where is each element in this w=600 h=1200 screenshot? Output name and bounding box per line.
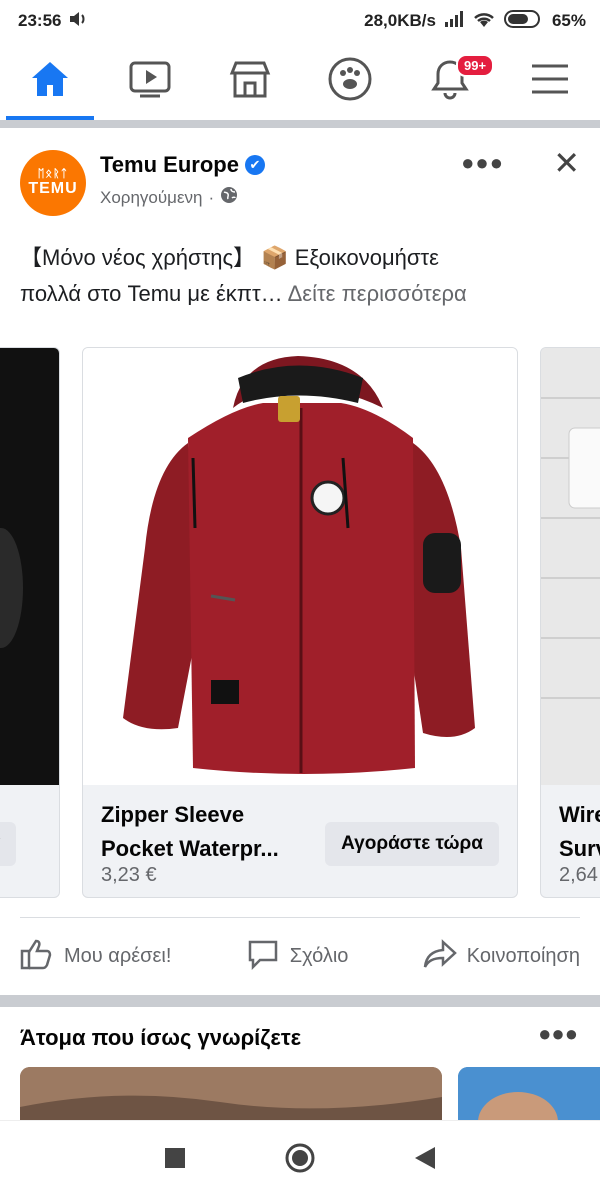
like-button[interactable]: Μου αρέσει! <box>20 938 171 976</box>
product-price: 3,23 € <box>101 864 157 886</box>
top-nav: 99+ <box>0 42 600 120</box>
shop-now-button[interactable]: Αγοράστε τώρα <box>325 822 499 866</box>
page-name[interactable]: Temu Europe ✔ <box>100 152 265 178</box>
product-title: Zipper Sleeve Pocket Waterpr... <box>101 798 279 866</box>
logo-symbols: ᛖᛟᚱᛏ <box>37 168 69 180</box>
carousel-card-main[interactable]: Zipper Sleeve Pocket Waterpr... 3,23 € Α… <box>82 347 518 898</box>
pymk-title: Άτομα που ίσως γνωρίζετε <box>20 1025 302 1050</box>
recents-button[interactable] <box>113 1147 238 1174</box>
section-separator <box>0 995 600 1007</box>
like-label: Μου αρέσει! <box>64 945 172 967</box>
carousel-card-prev[interactable]: ρα <box>0 347 60 898</box>
product-image-jacket <box>83 348 517 785</box>
verified-check-icon: ✔ <box>244 155 265 175</box>
signal-icon <box>444 10 464 32</box>
video-icon <box>128 59 172 104</box>
shop-now-button-prev[interactable]: ρα <box>0 822 17 866</box>
product-title-line1: Zipper Sleeve <box>101 802 245 827</box>
people-you-may-know: Άτομα που ίσως γνωρίζετε ●●● <box>0 1007 600 1127</box>
status-time: 23:56 <box>18 11 62 30</box>
product-title-next-line1: Wire <box>559 802 600 827</box>
product-price-next: 2,64 <box>559 864 598 886</box>
more-options-icon[interactable]: ●●● <box>461 150 504 176</box>
tab-video[interactable] <box>100 42 200 120</box>
marketplace-icon <box>228 59 272 104</box>
tab-menu[interactable] <box>500 42 600 120</box>
logo-text: TEMU <box>28 180 78 197</box>
back-triangle-icon <box>413 1145 437 1176</box>
groups-icon <box>327 56 373 107</box>
sponsored-text: Χορηγούμενη <box>100 187 203 207</box>
share-icon <box>423 938 457 976</box>
back-button[interactable] <box>363 1145 488 1176</box>
battery-icon <box>503 9 544 33</box>
tab-marketplace[interactable] <box>200 42 300 120</box>
tab-notifications[interactable]: 99+ <box>400 42 500 120</box>
battery-percent: 65% <box>551 11 586 30</box>
status-bar: 23:56 28,0KB/s 65% <box>0 0 600 42</box>
tab-groups[interactable] <box>300 42 400 120</box>
system-nav-bar <box>0 1120 600 1200</box>
post-text: 【Μόνο νέος χρήστης】 📦 Εξοικονομήστε πολλ… <box>20 240 588 312</box>
wifi-icon <box>472 10 496 33</box>
post-text-line1: 【Μόνο νέος χρήστης】 📦 Εξοικονομήστε <box>20 245 439 270</box>
thumbs-up-icon <box>20 938 54 976</box>
comment-icon <box>246 938 280 976</box>
square-icon <box>164 1147 186 1174</box>
home-icon <box>29 59 71 104</box>
shop-now-label: Αγοράστε τώρα <box>341 833 483 854</box>
menu-icon <box>530 62 570 101</box>
comment-button[interactable]: Σχόλιο <box>246 938 349 976</box>
sponsored-label: Χορηγούμενη · <box>100 186 238 209</box>
globe-icon <box>220 186 238 209</box>
share-label: Κοινοποίηση <box>466 945 580 967</box>
pymk-card-2[interactable] <box>458 1067 600 1127</box>
product-image-next <box>541 348 600 785</box>
pymk-more-icon[interactable]: ●●● <box>538 1021 578 1047</box>
close-icon[interactable]: ✕ <box>553 144 580 182</box>
post-header: ᛖᛟᚱᛏ TEMU Temu Europe ✔ Χορηγούμενη · ●●… <box>0 140 600 220</box>
post-text-line2: πολλά στο Temu με έκπτ… <box>20 281 283 306</box>
product-title-line2: Pocket Waterpr... <box>101 836 279 861</box>
comment-label: Σχόλιο <box>289 945 349 967</box>
circle-icon <box>284 1142 316 1179</box>
sponsored-separator: · <box>208 187 215 207</box>
temu-logo-avatar[interactable]: ᛖᛟᚱᛏ TEMU <box>20 150 86 216</box>
product-title-next: Wire Surv <box>559 798 600 866</box>
pymk-card-1[interactable] <box>20 1067 442 1127</box>
post-actions: Μου αρέσει! Σχόλιο Κοινοποίηση <box>20 917 580 995</box>
product-title-next-line2: Surv <box>559 836 600 861</box>
network-speed: 28,0KB/s <box>364 11 436 30</box>
page-name-text: Temu Europe <box>100 152 239 177</box>
see-more-link[interactable]: Δείτε περισσότερα <box>288 281 467 306</box>
product-image-prev <box>0 348 59 785</box>
tab-home[interactable] <box>0 42 100 120</box>
notification-badge: 99+ <box>456 54 495 77</box>
share-button[interactable]: Κοινοποίηση <box>423 938 580 976</box>
volume-icon <box>69 11 87 32</box>
feed-separator <box>0 120 600 128</box>
carousel-card-next[interactable]: Wire Surv 2,64 <box>540 347 600 898</box>
home-button[interactable] <box>238 1142 363 1179</box>
